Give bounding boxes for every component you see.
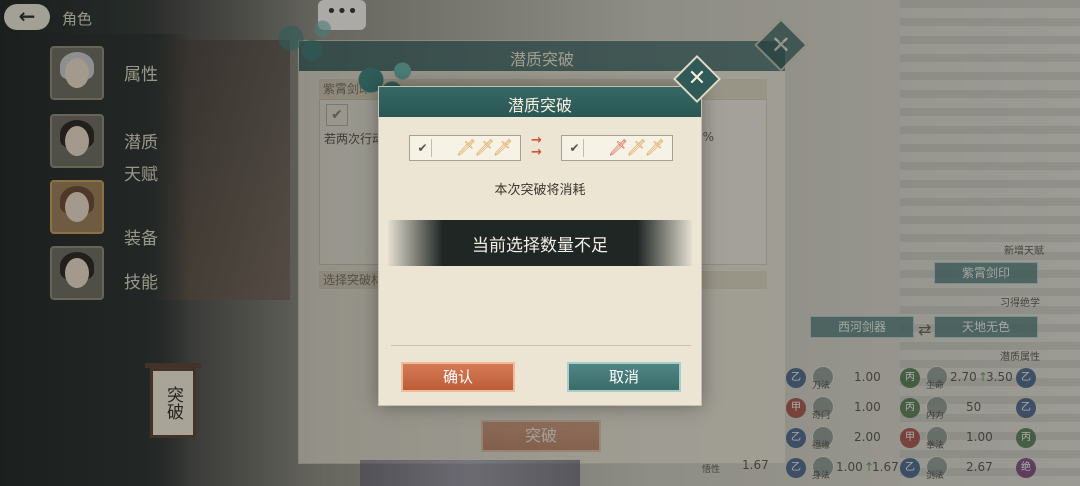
cost-label: 本次突破将消耗	[494, 183, 586, 198]
toast-text: 当前选择数量不足	[472, 236, 608, 256]
blade-icon: 🗡	[626, 138, 646, 157]
check-icon: ✔	[566, 139, 584, 157]
blade-icons: 🗡🗡🗡	[456, 138, 513, 157]
blade-icon: 🗡	[608, 138, 628, 157]
current-potential-slot: ✔ 🗡🗡🗡	[409, 135, 521, 161]
dialog-header: 潜质突破	[379, 87, 701, 117]
blade-icons: 🗡🗡🗡	[608, 138, 665, 157]
blade-icon: 🗡	[474, 138, 494, 157]
convert-arrows-icon: → →	[531, 133, 542, 160]
cancel-button[interactable]: 取消	[567, 362, 681, 392]
toast-message: 当前选择数量不足	[388, 220, 692, 266]
dialog-title: 潜质突破	[507, 96, 572, 115]
target-potential-slot: ✔ 🗡🗡🗡	[561, 135, 673, 161]
divider	[391, 345, 691, 346]
check-icon: ✔	[414, 139, 432, 157]
blade-icon: 🗡	[456, 138, 476, 157]
close-icon: ✕	[687, 66, 707, 91]
blade-icon: 🗡	[492, 138, 513, 157]
leaf-decoration	[270, 14, 340, 74]
blade-icon: 🗡	[644, 138, 665, 157]
confirm-button[interactable]: 确认	[401, 362, 515, 392]
